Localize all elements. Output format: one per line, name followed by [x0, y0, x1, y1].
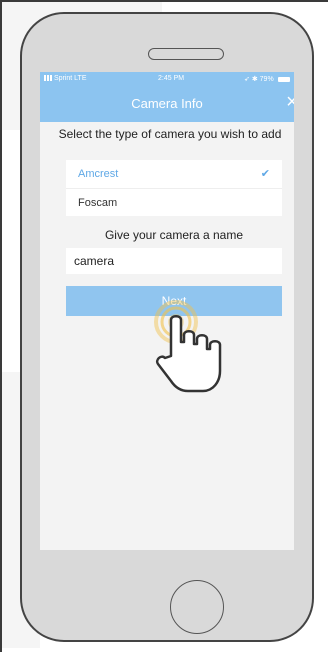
signal-icon [44, 75, 52, 82]
camera-option-label: Amcrest [78, 168, 119, 180]
status-time: 2:45 PM [158, 75, 185, 82]
carrier-label: Sprint LTE [53, 75, 87, 82]
app-header: Sprint LTE 2:45 PM ➶ ✱ 79% Camera Info × [40, 72, 294, 122]
tutorial-frame: Sprint LTE 2:45 PM ➶ ✱ 79% Camera Info ×… [0, 0, 328, 652]
camera-type-list: Amcrest ✔ Foscam [66, 160, 282, 216]
battery-percent: 79% [259, 76, 274, 83]
camera-option-foscam[interactable]: Foscam [66, 188, 282, 216]
close-icon[interactable]: × [283, 92, 294, 112]
status-carrier: Sprint LTE [44, 75, 87, 82]
home-button[interactable] [170, 580, 224, 634]
battery-icon [277, 76, 290, 82]
next-button[interactable]: Next [66, 286, 282, 316]
camera-option-amcrest[interactable]: Amcrest ✔ [66, 160, 282, 188]
camera-type-prompt: Select the type of camera you wish to ad… [58, 127, 282, 141]
camera-option-label: Foscam [78, 197, 118, 209]
bluetooth-icon: ✱ [251, 76, 258, 83]
page-title: Camera Info [131, 96, 203, 111]
camera-name-field[interactable]: camera [66, 248, 282, 274]
phone-screen: Sprint LTE 2:45 PM ➶ ✱ 79% Camera Info ×… [40, 72, 294, 550]
camera-name-prompt: Give your camera a name [104, 228, 244, 242]
location-icon: ➶ [244, 76, 250, 83]
phone-speaker [148, 48, 224, 60]
status-indicators: ➶ ✱ 79% [244, 75, 290, 83]
check-icon: ✔ [260, 168, 270, 180]
